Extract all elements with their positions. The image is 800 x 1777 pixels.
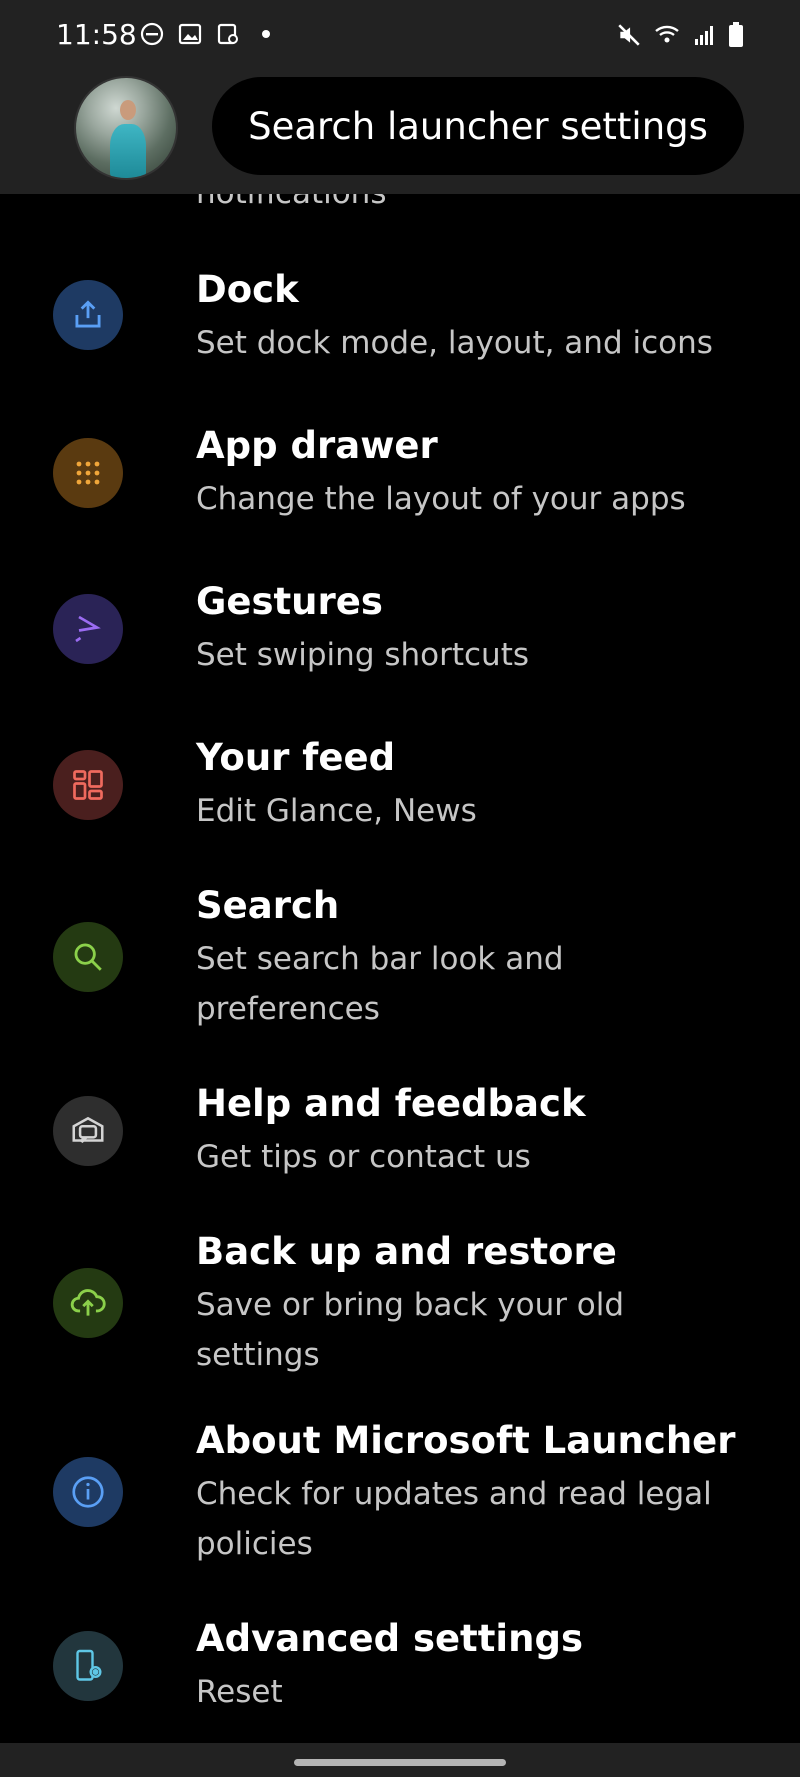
item-subtitle: Get tips or contact us: [196, 1139, 531, 1175]
item-subtitle: Set search bar look and preferences: [196, 941, 564, 1027]
signal-icon: [694, 23, 716, 47]
status-right-icons: [616, 22, 744, 48]
item-subtitle: Set swiping shortcuts: [196, 637, 530, 673]
status-time: 11:58: [56, 18, 137, 51]
home-handle[interactable]: [294, 1759, 506, 1766]
item-subtitle: Save or bring back your old settings: [196, 1287, 625, 1373]
mute-icon: [616, 22, 642, 48]
help-icon: [53, 1096, 123, 1166]
battery-icon: [728, 22, 744, 48]
item-subtitle: Check for updates and read legal policie…: [196, 1476, 712, 1562]
item-title: Help and feedback: [196, 1082, 586, 1125]
dock-icon: [53, 280, 123, 350]
navigation-bar: [0, 1743, 800, 1777]
screenshot-icon: [216, 22, 240, 46]
item-subtitle: Edit Glance, News: [196, 793, 477, 829]
gestures-icon: [53, 594, 123, 664]
item-title: Gestures: [196, 580, 383, 623]
notification-dot-icon: [254, 22, 278, 46]
device-settings-icon: [53, 1631, 123, 1701]
avatar[interactable]: [74, 76, 178, 180]
search-launcher-settings-button[interactable]: Search launcher settings: [212, 77, 744, 175]
item-title: Advanced settings: [196, 1617, 583, 1660]
item-title: App drawer: [196, 424, 438, 467]
status-left-icons: [140, 22, 278, 46]
wifi-icon: [654, 22, 682, 48]
search-pill-label: Search launcher settings: [248, 104, 708, 148]
gallery-icon: [178, 22, 202, 46]
item-subtitle: Change the layout of your apps: [196, 481, 686, 517]
item-title: About Microsoft Launcher: [196, 1419, 736, 1462]
item-title: Dock: [196, 268, 299, 311]
info-icon: [53, 1457, 123, 1527]
item-subtitle: Reset: [196, 1674, 283, 1710]
status-bar: 11:58: [0, 0, 800, 72]
cloud-upload-icon: [53, 1268, 123, 1338]
search-icon: [53, 922, 123, 992]
feed-icon: [53, 750, 123, 820]
item-title: Search: [196, 884, 340, 927]
do-not-disturb-icon: [140, 22, 164, 46]
item-title: Back up and restore: [196, 1230, 617, 1273]
header: Search launcher settings: [0, 72, 800, 194]
app-drawer-icon: [53, 438, 123, 508]
item-title: Your feed: [196, 736, 396, 779]
item-subtitle: Set dock mode, layout, and icons: [196, 325, 713, 361]
